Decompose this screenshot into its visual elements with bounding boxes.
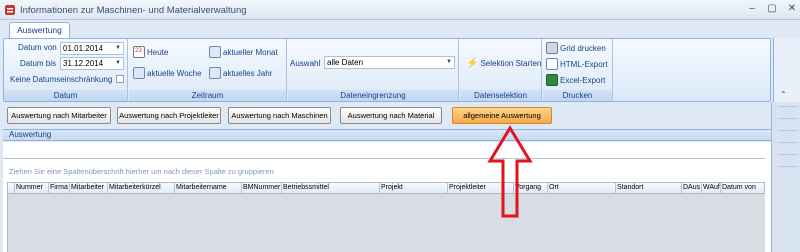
chevron-down-icon[interactable]: ▼ — [115, 43, 121, 54]
group-label-zeitraum: Zeitraum — [129, 90, 286, 101]
datum-von-value: 01.01.2014 — [63, 44, 104, 53]
ribbon-tabs: Auswertung — [0, 20, 800, 39]
datum-bis-field[interactable]: 31.12.2014 ▼ — [60, 57, 124, 70]
calendar-year-icon — [209, 67, 221, 79]
side-tab[interactable] — [778, 154, 798, 164]
ribbon-collapse-icon[interactable]: ⌃ — [780, 90, 787, 99]
column-header[interactable]: Nummer — [15, 183, 49, 193]
annotation-arrow — [487, 125, 533, 218]
datum-bis-label: Datum bis — [20, 59, 57, 68]
excel-export-button[interactable]: Excel-Export — [546, 74, 605, 86]
html-export-label: HTML-Export — [560, 59, 608, 69]
column-header[interactable]: Datum von — [721, 183, 765, 193]
column-header[interactable]: Standort — [616, 183, 682, 193]
lightning-icon: ⚡ — [466, 58, 479, 69]
datum-von-label: Datum von — [18, 43, 57, 52]
column-header[interactable]: WAuf — [702, 183, 721, 193]
main-window: Informationen zur Maschinen- und Materia… — [0, 0, 800, 252]
side-tab[interactable] — [778, 118, 798, 128]
heute-label: Heute — [147, 47, 169, 57]
auswertung-mitarbeiter-button[interactable]: Auswertung nach Mitarbeiter — [7, 107, 111, 124]
side-tab[interactable] — [778, 166, 798, 176]
maximize-icon[interactable]: ▢ — [764, 2, 780, 16]
column-header[interactable]: Mitarbeitername — [175, 183, 242, 193]
excel-icon — [546, 74, 558, 86]
side-tab[interactable] — [778, 106, 798, 116]
column-header[interactable]: Firma — [49, 183, 70, 193]
app-icon — [5, 5, 15, 15]
group-hint: Ziehen Sie eine Spaltenüberschrift hierh… — [9, 167, 274, 176]
datum-von-field[interactable]: 01.01.2014 ▼ — [60, 42, 124, 55]
aktuelle-woche-label: aktuelle Woche — [147, 68, 202, 78]
side-tab[interactable] — [778, 130, 798, 140]
minimize-icon[interactable]: – — [744, 2, 760, 16]
auswertung-maschinen-button[interactable]: Auswertung nach Maschinen — [228, 107, 331, 124]
column-header[interactable]: Ort — [548, 183, 616, 193]
group-label-dateneingrenzung: Dateneingrenzung — [288, 90, 458, 101]
aktueller-monat-label: aktueller Monat — [223, 47, 278, 57]
column-header[interactable]: Projekt — [380, 183, 448, 193]
row-indicator — [8, 183, 15, 193]
column-header[interactable]: Mitarbeiterkürzel — [108, 183, 175, 193]
column-header[interactable]: BMNummer — [242, 183, 282, 193]
calendar-week-icon — [133, 67, 145, 79]
html-export-button[interactable]: HTML-Export — [546, 58, 608, 70]
grid-drucken-button[interactable]: Grid drucken — [546, 42, 606, 54]
title-bar: Informationen zur Maschinen- und Materia… — [0, 0, 800, 20]
group-label-datum: Datum — [4, 90, 127, 101]
aktuelles-jahr-button[interactable]: aktuelles Jahr — [209, 67, 272, 79]
right-side-strip — [771, 102, 800, 252]
auswahl-value: alle Daten — [327, 58, 364, 67]
chevron-down-icon[interactable]: ▼ — [446, 57, 452, 68]
window-title: Informationen zur Maschinen- und Materia… — [20, 5, 247, 16]
heute-button[interactable]: 23 Heute — [133, 46, 168, 58]
printer-icon — [546, 42, 558, 54]
tab-auswertung[interactable]: Auswertung — [9, 22, 70, 39]
allgemeine-auswertung-button[interactable]: allgemeine Auswertung — [452, 107, 552, 124]
group-zeitraum: 23 Heute aktuelle Woche aktueller Monat … — [129, 39, 287, 101]
group-datenselektion: ⚡ Selektion Starten Datenselektion — [460, 39, 542, 101]
selektion-starten-button[interactable]: ⚡ Selektion Starten — [466, 58, 541, 69]
auswertung-projektleiter-button[interactable]: Auswertung nach Projektleiter — [117, 107, 221, 124]
group-panel[interactable]: Ziehen Sie eine Spaltenüberschrift hierh… — [3, 158, 765, 180]
calendar-icon: 23 — [133, 46, 145, 58]
grid-body — [7, 194, 765, 252]
aktuelles-jahr-label: aktuelles Jahr — [223, 68, 273, 78]
datum-bis-value: 31.12.2014 — [63, 59, 104, 68]
auswahl-select[interactable]: alle Daten ▼ — [324, 56, 455, 69]
calendar-month-icon — [209, 46, 221, 58]
group-datum: Datum von 01.01.2014 ▼ Datum bis 31.12.2… — [4, 39, 128, 101]
keine-datum-label: Keine Datumseinschränkung — [10, 75, 113, 84]
group-dateneingrenzung: Auswahl alle Daten ▼ Dateneingrenzung — [288, 39, 459, 101]
aktueller-monat-button[interactable]: aktueller Monat — [209, 46, 278, 58]
html-icon — [546, 58, 558, 70]
section-title: Auswertung — [3, 129, 771, 141]
column-header[interactable]: DAus — [682, 183, 702, 193]
side-tab[interactable] — [778, 142, 798, 152]
group-label-drucken: Drucken — [543, 90, 612, 101]
aktuelle-woche-button[interactable]: aktuelle Woche — [133, 67, 202, 79]
group-drucken: Grid drucken HTML-Export Excel-Export Dr… — [543, 39, 613, 101]
ribbon: Datum von 01.01.2014 ▼ Datum bis 31.12.2… — [3, 38, 771, 102]
auswahl-label: Auswahl — [290, 59, 321, 68]
report-button-bar: Auswertung nach Mitarbeiter Auswertung n… — [3, 104, 771, 128]
keine-datum-checkbox[interactable] — [116, 75, 124, 83]
column-header[interactable]: Mitarbeiter — [70, 183, 108, 193]
excel-export-label: Excel-Export — [560, 75, 606, 85]
auswertung-material-button[interactable]: Auswertung nach Material — [340, 107, 442, 124]
selektion-starten-label: Selektion Starten — [480, 59, 542, 68]
chevron-down-icon[interactable]: ▼ — [115, 58, 121, 69]
grid-drucken-label: Grid drucken — [560, 43, 606, 53]
column-header[interactable]: Betriebssmittel — [282, 183, 380, 193]
group-label-datenselektion: Datenselektion — [460, 90, 541, 101]
close-icon[interactable]: ✕ — [784, 2, 800, 16]
grid-column-header: Nummer Firma Mitarbeiter Mitarbeiterkürz… — [7, 182, 765, 194]
